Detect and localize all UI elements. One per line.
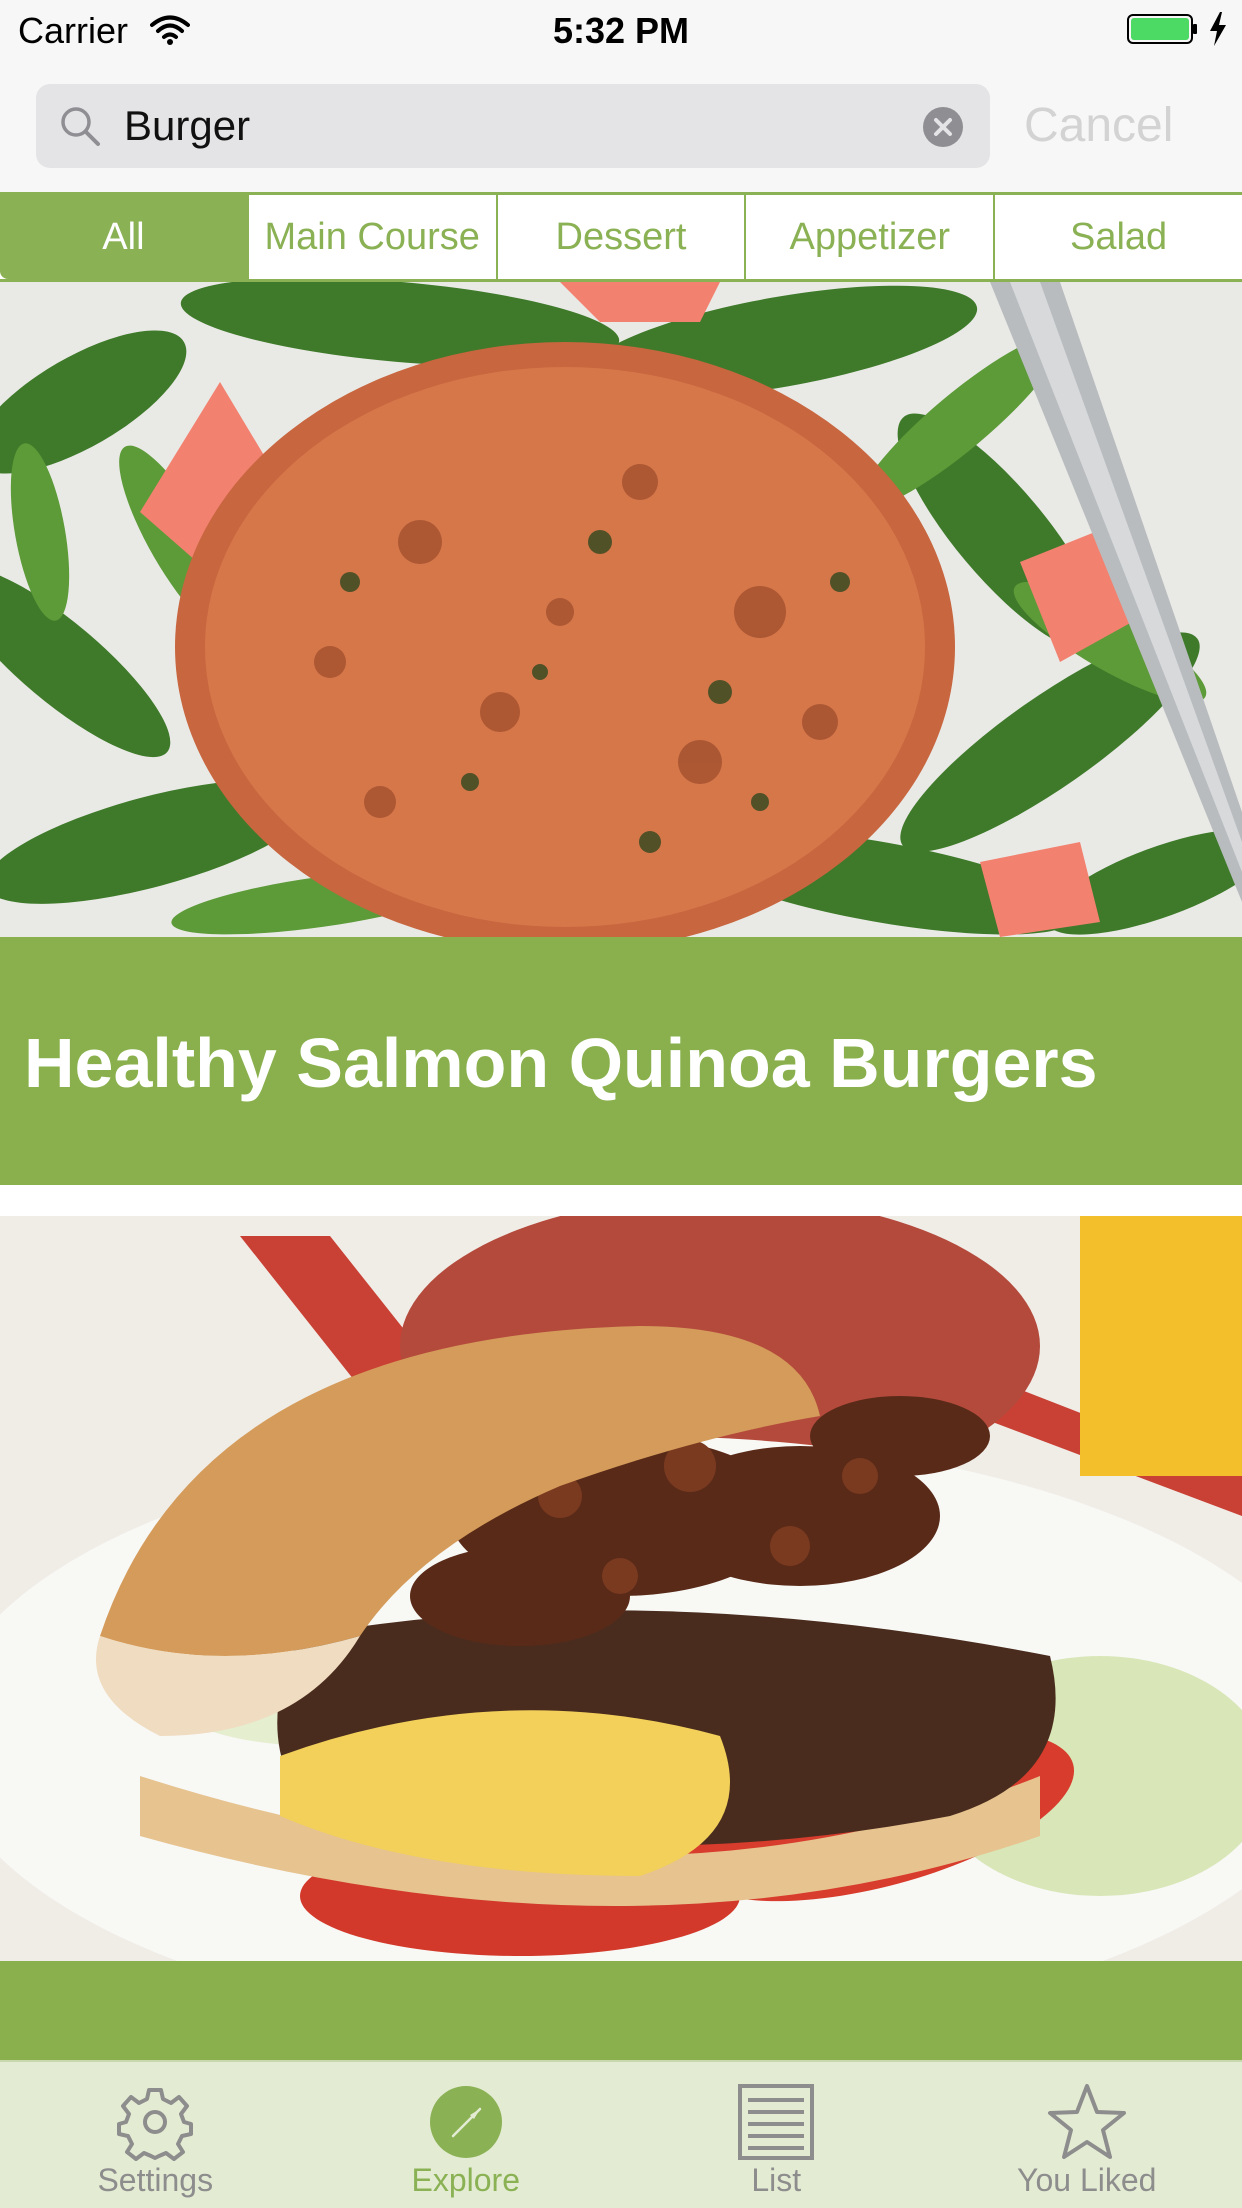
search-bar: Burger Cancel	[0, 60, 1242, 192]
tab-label-settings: Settings	[97, 2162, 214, 2198]
charging-bolt-icon	[1210, 12, 1226, 46]
segment-appetizer[interactable]: Appetizer	[746, 195, 996, 279]
salmon-burger-photo	[0, 282, 1242, 937]
cheeseburger-photo	[0, 1216, 1242, 1961]
clock: 5:32 PM	[552, 10, 690, 51]
recipe-image-salmon-burger[interactable]	[0, 282, 1242, 937]
gear-icon	[117, 2088, 194, 2161]
segment-salad[interactable]: Salad	[995, 195, 1242, 279]
recipe-card-title-band[interactable]: Healthy Salmon Quinoa Burgers	[0, 937, 1242, 1185]
category-filter: All Main Course Dessert Appetizer Salad	[0, 192, 1242, 282]
tab-bar: Settings Explore List You Liked	[0, 2060, 1242, 2208]
segment-main-course[interactable]: Main Course	[249, 195, 498, 279]
recipe-card-title-band-2[interactable]	[0, 1961, 1242, 2060]
search-icon	[61, 107, 100, 146]
cancel-button[interactable]: Cancel	[1024, 98, 1173, 153]
status-bar: Carrier 5:32 PM	[0, 0, 1242, 60]
tab-you-liked[interactable]: You Liked	[932, 2062, 1242, 2208]
clear-icon[interactable]	[922, 106, 964, 148]
tab-label-list: List	[751, 2162, 802, 2198]
tab-label-explore: Explore	[411, 2162, 521, 2198]
battery-icon	[1127, 14, 1197, 44]
recipe-title: Healthy Salmon Quinoa Burgers	[24, 1024, 1098, 1102]
tab-explore[interactable]: Explore	[311, 2062, 622, 2208]
recipe-image-cheeseburger[interactable]	[0, 1216, 1242, 1961]
list-icon	[738, 2084, 815, 2160]
compass-icon	[429, 2086, 502, 2158]
tab-settings[interactable]: Settings	[0, 2062, 311, 2208]
segment-dessert[interactable]: Dessert	[498, 195, 747, 279]
tab-list[interactable]: List	[621, 2062, 932, 2208]
search-input[interactable]: Burger	[36, 84, 990, 168]
search-query: Burger	[124, 102, 251, 149]
tab-label-you-liked: You Liked	[1017, 2162, 1157, 2198]
segment-all[interactable]: All	[0, 195, 249, 279]
star-icon	[1047, 2084, 1126, 2159]
